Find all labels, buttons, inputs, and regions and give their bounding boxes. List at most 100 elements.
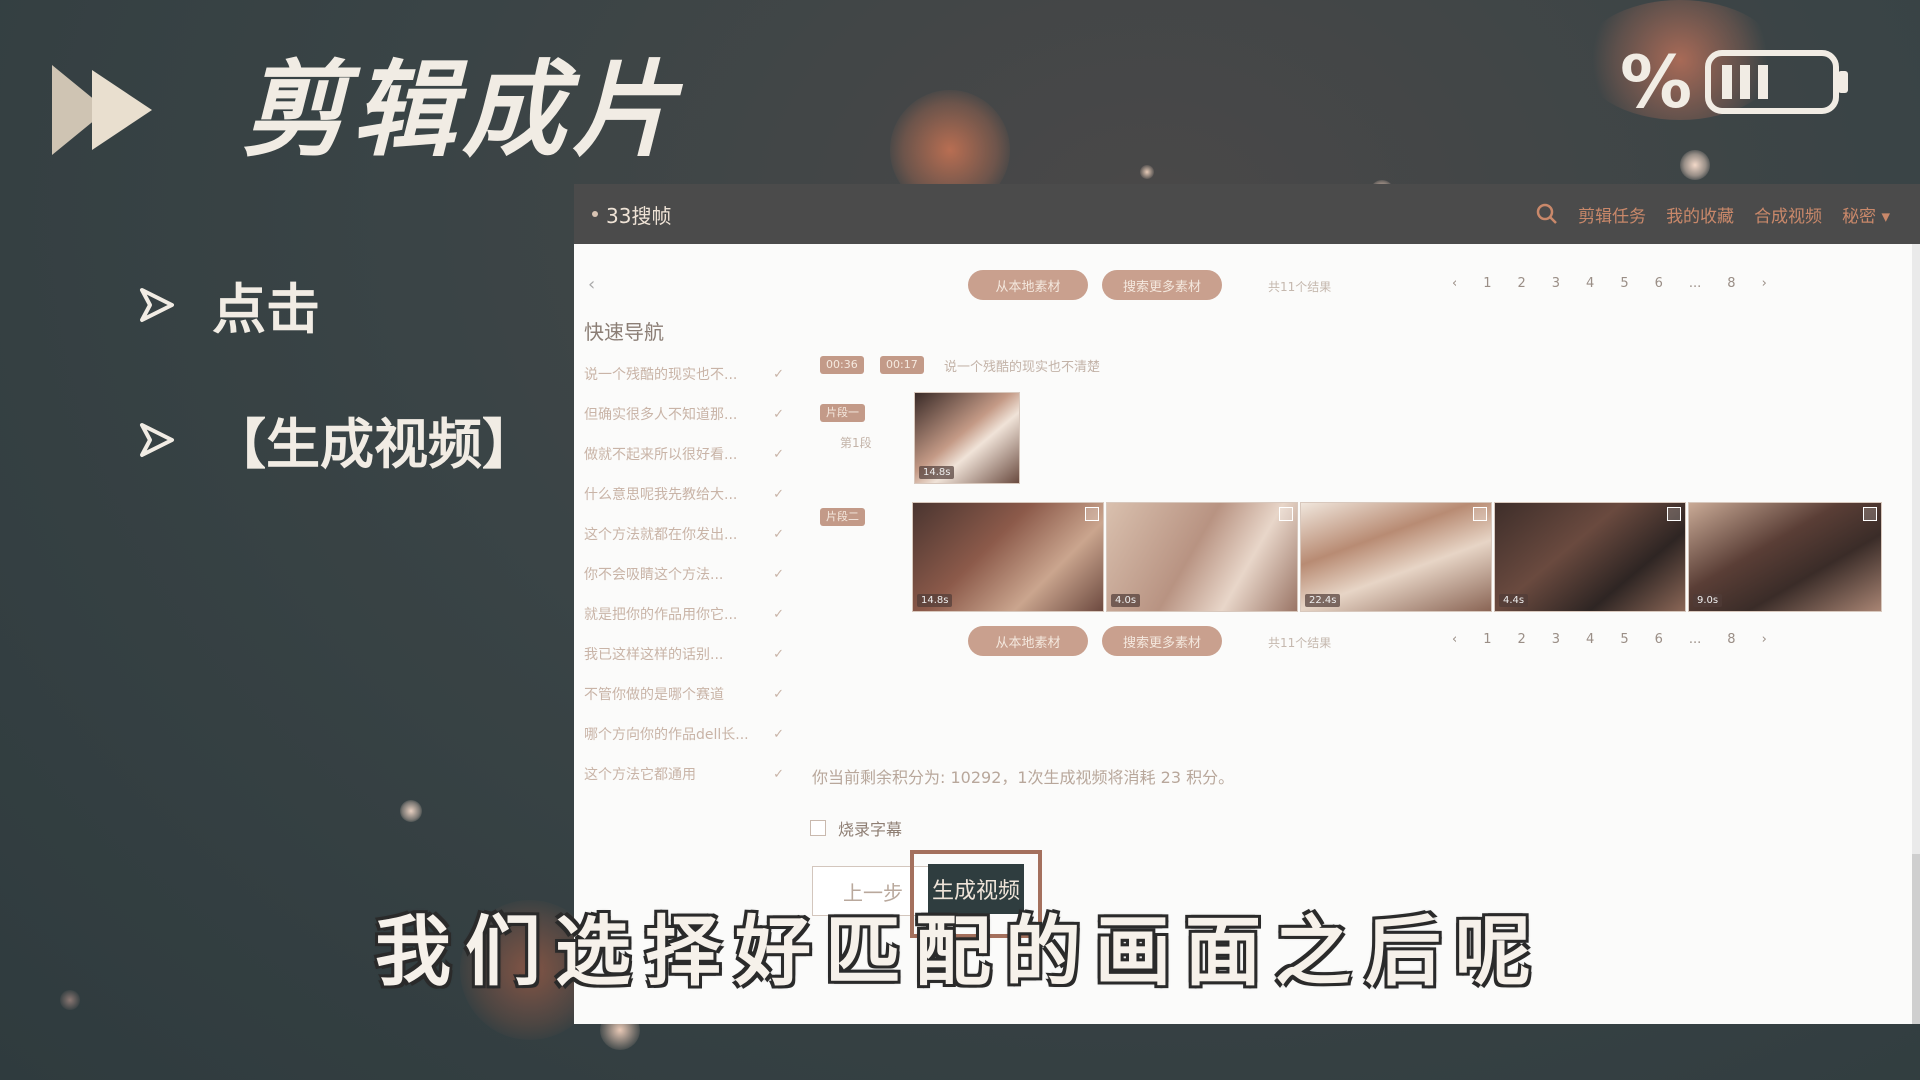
page-next[interactable]: › <box>1762 276 1767 291</box>
page-link[interactable]: 6 <box>1655 276 1663 291</box>
page-link[interactable]: 5 <box>1620 276 1628 291</box>
title-block: 剪辑成片 <box>52 40 682 180</box>
nav-item-text: 我已这样这样的话别... <box>584 647 724 663</box>
arrow-bullet-icon <box>140 287 174 322</box>
page-link[interactable]: 6 <box>1655 632 1663 647</box>
nav-item-text: 什么意思呢我先教给大... <box>584 487 738 503</box>
video-thumbnail[interactable]: 14.8s <box>914 392 1020 484</box>
check-icon: ✓ <box>773 366 784 382</box>
search-icon[interactable] <box>1536 203 1558 225</box>
duration-badge: 4.4s <box>1499 594 1529 607</box>
duration-badge: 22.4s <box>1305 594 1341 607</box>
check-icon: ✓ <box>773 646 784 662</box>
arrow-bullet-icon <box>140 422 174 457</box>
video-thumbnail[interactable]: 4.0s <box>1106 502 1298 612</box>
page-link[interactable]: 3 <box>1552 632 1560 647</box>
quick-nav-list: 说一个残酷的现实也不... ✓ 但确实很多人不知道那... ✓ 做就不起来所以很好看… <box>584 354 784 794</box>
nav-list-item[interactable]: 这个方法它都通用 ✓ <box>584 754 784 794</box>
duration-badge: 14.8s <box>917 594 953 607</box>
check-icon: ✓ <box>773 406 784 422</box>
search-more-button[interactable]: 搜索更多素材 <box>1102 270 1222 300</box>
page-link[interactable]: 4 <box>1586 276 1594 291</box>
nav-list-item[interactable]: 这个方法就都在你发出... ✓ <box>584 514 784 554</box>
page-prev[interactable]: ‹ <box>1452 276 1457 291</box>
nav-list-item[interactable]: 不管你做的是哪个赛道 ✓ <box>584 674 784 714</box>
video-thumbnail[interactable]: 22.4s <box>1300 502 1492 612</box>
nav-list-item[interactable]: 说一个残酷的现实也不... ✓ <box>584 354 784 394</box>
page-link[interactable]: 8 <box>1727 276 1735 291</box>
nav-list-item[interactable]: 你不会吸睛这个方法... ✓ <box>584 554 784 594</box>
nav-item-text: 你不会吸睛这个方法... <box>584 567 724 583</box>
page-link[interactable]: 4 <box>1586 632 1594 647</box>
nav-list-item[interactable]: 但确实很多人不知道那... ✓ <box>584 394 784 434</box>
nav-list-item[interactable]: 什么意思呢我先教给大... ✓ <box>584 474 784 514</box>
duration-badge: 14.8s <box>919 466 955 479</box>
check-icon: ✓ <box>773 686 784 702</box>
bullet-item: 【生成视频】 <box>138 400 536 479</box>
bokeh-light <box>1680 150 1710 180</box>
select-box-icon[interactable] <box>1473 507 1487 521</box>
bokeh-light <box>1140 165 1154 179</box>
page-prev[interactable]: ‹ <box>1452 632 1457 647</box>
page-link[interactable]: 5 <box>1620 632 1628 647</box>
page-link[interactable]: 8 <box>1727 632 1735 647</box>
burn-subtitle-label: 烧录字幕 <box>838 820 903 839</box>
burn-subtitle-checkbox[interactable] <box>810 820 826 836</box>
video-thumbnail[interactable]: 4.4s <box>1494 502 1686 612</box>
bullet-text: 【生成视频】 <box>212 413 536 476</box>
pagination-bottom: ‹ 1 2 3 4 5 6 ... 8 › <box>1452 632 1767 647</box>
page-ellipsis: ... <box>1688 276 1702 291</box>
search-more-button[interactable]: 搜索更多素材 <box>1102 626 1222 656</box>
nav-item-text: 哪个方向你的作品dell长... <box>584 727 749 743</box>
duration-badge: 9.0s <box>1693 594 1723 607</box>
time-tag: 00:36 <box>820 356 864 374</box>
page-link[interactable]: 1 <box>1483 632 1491 647</box>
nav-item-text: 做就不起来所以很好看... <box>584 447 738 463</box>
page-link[interactable]: 1 <box>1483 276 1491 291</box>
video-thumbnail[interactable]: 14.8s <box>912 502 1104 612</box>
nav-item-text: 但确实很多人不知道那... <box>584 407 738 423</box>
top-nav: 剪辑任务 我的收藏 合成视频 秘密 ▾ <box>1536 184 1890 244</box>
page-link[interactable]: 2 <box>1517 632 1525 647</box>
page-link[interactable]: 2 <box>1517 276 1525 291</box>
nav-list-item[interactable]: 就是把你的作品用你它... ✓ <box>584 594 784 634</box>
nav-my-favorites[interactable]: 我的收藏 <box>1666 202 1734 227</box>
nav-list-item[interactable]: 哪个方向你的作品dell长... ✓ <box>584 714 784 754</box>
check-icon: ✓ <box>773 766 784 782</box>
battery-icon <box>1705 50 1849 114</box>
nav-edit-tasks[interactable]: 剪辑任务 <box>1578 202 1646 227</box>
local-material-button[interactable]: 从本地素材 <box>968 626 1088 656</box>
nav-list-item[interactable]: 我已这样这样的话别... ✓ <box>584 634 784 674</box>
pagination-top: ‹ 1 2 3 4 5 6 ... 8 › <box>1452 276 1767 291</box>
brand-name: 33搜帧 <box>606 203 672 228</box>
nav-item-text: 说一个残酷的现实也不... <box>584 367 738 383</box>
select-box-icon[interactable] <box>1667 507 1681 521</box>
segment-text: 说一个残酷的现实也不清楚 <box>944 360 1101 375</box>
select-box-icon[interactable] <box>1085 507 1099 521</box>
page-link[interactable]: 3 <box>1552 276 1560 291</box>
nav-user-menu[interactable]: 秘密 ▾ <box>1842 202 1890 227</box>
page-next[interactable]: › <box>1762 632 1767 647</box>
nav-list-item[interactable]: 做就不起来所以很好看... ✓ <box>584 434 784 474</box>
quick-nav-title: 快速导航 <box>584 320 664 344</box>
nav-item-text: 这个方法就都在你发出... <box>584 527 738 543</box>
fast-forward-icon <box>52 65 152 155</box>
video-thumbnail[interactable]: 9.0s <box>1688 502 1882 612</box>
bullet-text: 点击 <box>212 278 320 341</box>
burn-subtitle-option[interactable]: 烧录字幕 <box>810 816 902 840</box>
bullet-item: 点击 <box>138 265 320 344</box>
back-arrow-icon[interactable]: ‹ <box>588 274 595 295</box>
percent-sign: % <box>1620 40 1693 124</box>
select-box-icon[interactable] <box>1863 507 1877 521</box>
check-icon: ✓ <box>773 446 784 462</box>
segment-tag: 片段一 <box>820 404 865 422</box>
select-box-icon[interactable] <box>1279 507 1293 521</box>
nav-item-text: 这个方法它都通用 <box>584 767 696 783</box>
check-icon: ✓ <box>773 726 784 742</box>
local-material-button[interactable]: 从本地素材 <box>968 270 1088 300</box>
brand[interactable]: 33搜帧 <box>592 200 671 229</box>
points-info: 你当前剩余积分为: 10292，1次生成视频将消耗 23 积分。 <box>812 768 1235 787</box>
nav-composite-video[interactable]: 合成视频 <box>1754 202 1822 227</box>
nav-item-text: 不管你做的是哪个赛道 <box>584 687 724 703</box>
user-menu-label: 秘密 <box>1842 206 1877 227</box>
